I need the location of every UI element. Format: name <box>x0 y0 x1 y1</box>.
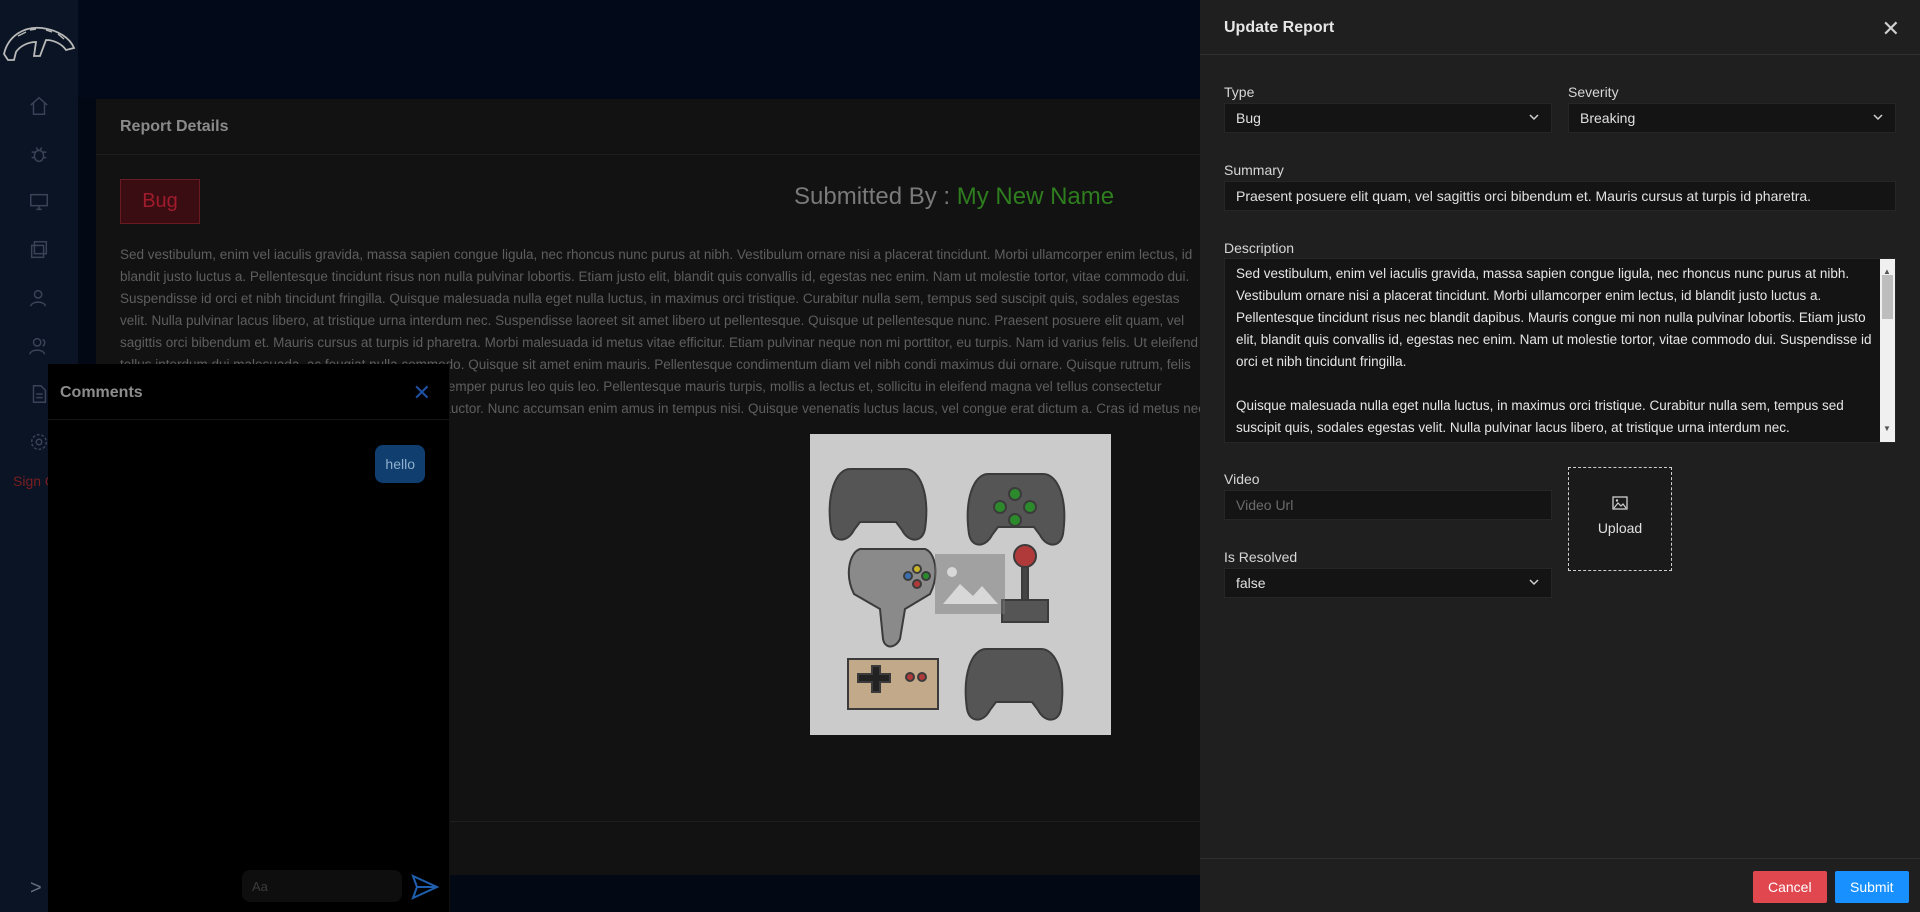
summary-label: Summary <box>1224 162 1284 178</box>
sidebar-collapse-button[interactable]: > <box>30 877 42 900</box>
document-icon[interactable] <box>28 383 50 405</box>
chevron-down-icon <box>1529 579 1539 586</box>
summary-input[interactable]: Praesent posuere elit quam, vel sagittis… <box>1224 181 1896 211</box>
is-resolved-value: false <box>1236 575 1266 591</box>
comment-input[interactable] <box>242 870 402 902</box>
image-placeholder-icon <box>935 554 1005 614</box>
drawer-footer: Cancel Submit <box>1200 858 1920 912</box>
is-resolved-select[interactable]: false <box>1224 568 1552 598</box>
drawer-header: Update Report ✕ <box>1200 0 1920 55</box>
comment-bubble: hello <box>375 445 425 483</box>
video-label: Video <box>1224 471 1260 487</box>
summary-value: Praesent posuere elit quam, vel sagittis… <box>1236 188 1812 204</box>
submitted-by-label: Submitted By : <box>794 183 957 210</box>
layers-icon[interactable] <box>28 239 50 261</box>
users-icon[interactable] <box>28 335 50 357</box>
home-icon[interactable] <box>28 95 50 117</box>
submitted-by-name: My New Name <box>956 183 1115 210</box>
chevron-down-icon <box>1873 114 1883 121</box>
card-title: Report Details <box>120 118 229 135</box>
close-icon[interactable]: ✕ <box>413 380 431 406</box>
video-url-input[interactable] <box>1224 490 1552 520</box>
monitor-icon[interactable] <box>28 191 50 213</box>
user-icon[interactable] <box>28 287 50 309</box>
close-icon[interactable]: ✕ <box>1882 16 1900 42</box>
is-resolved-label: Is Resolved <box>1224 549 1298 565</box>
description-paragraph: Sed vestibulum, enim vel iaculis gravida… <box>1236 266 1872 369</box>
severity-label: Severity <box>1568 84 1619 100</box>
description-textarea[interactable]: Sed vestibulum, enim vel iaculis gravida… <box>1224 258 1896 443</box>
comments-title: Comments <box>60 384 143 401</box>
scroll-down-icon[interactable]: ▼ <box>1883 418 1891 440</box>
type-value: Bug <box>1236 110 1261 126</box>
comments-header: Comments ✕ <box>48 364 449 420</box>
severity-value: Breaking <box>1580 110 1636 126</box>
chevron-down-icon <box>1529 114 1539 121</box>
type-select[interactable]: Bug <box>1224 103 1552 133</box>
armadillo-logo[interactable] <box>0 18 78 68</box>
image-icon <box>1612 496 1628 510</box>
description-paragraph: Quisque malesuada nulla eget nulla luctu… <box>1236 398 1844 435</box>
drawer-title: Update Report <box>1224 19 1335 36</box>
upload-label: Upload <box>1597 520 1643 536</box>
report-screenshot-image[interactable] <box>810 434 1111 735</box>
cancel-button[interactable]: Cancel <box>1753 871 1827 903</box>
comments-panel: Comments ✕ hello <box>48 364 450 912</box>
card-header: Report Details <box>96 99 1206 155</box>
scrollbar-thumb[interactable] <box>1882 275 1893 319</box>
submit-button[interactable]: Submit <box>1835 871 1909 903</box>
type-tag: Bug <box>120 179 200 224</box>
upload-button[interactable]: Upload <box>1568 467 1672 571</box>
gear-icon[interactable] <box>28 431 50 453</box>
type-label: Type <box>1224 84 1255 100</box>
send-icon[interactable] <box>410 872 440 902</box>
submitted-by: Submitted By : My New Name <box>794 183 1114 211</box>
update-report-drawer: Update Report ✕ Type Bug Severity Breaki… <box>1200 0 1920 912</box>
scrollbar[interactable]: ▲ ▼ <box>1880 259 1895 442</box>
description-label: Description <box>1224 240 1295 256</box>
bug-icon[interactable] <box>28 143 50 165</box>
severity-select[interactable]: Breaking <box>1568 103 1896 133</box>
